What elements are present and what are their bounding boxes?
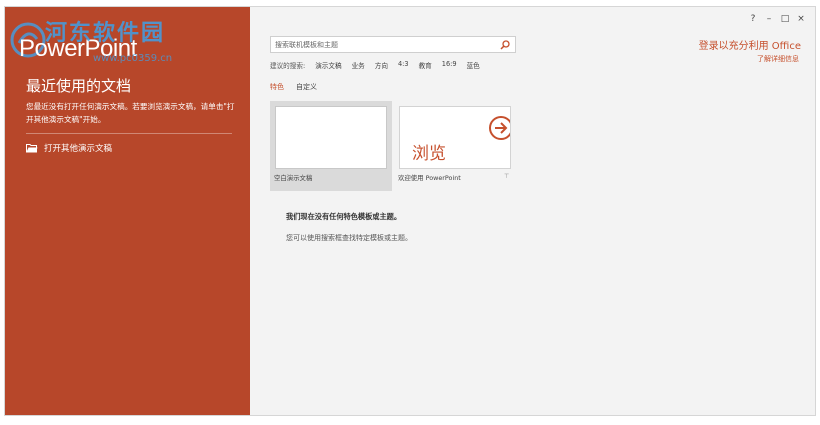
template-thumbnail [275, 106, 387, 169]
template-search-box [270, 36, 516, 53]
suggested-search-item[interactable]: 16:9 [442, 60, 457, 70]
search-button[interactable] [499, 39, 511, 51]
watermark-text: 河东软件园 [45, 20, 166, 46]
no-featured-templates-message: 我们现在没有任何特色模板或主题。 [286, 212, 402, 221]
welcome-tour-template[interactable]: 浏览 欢迎使用 PowerPoint ⊤ [398, 101, 520, 191]
close-button[interactable]: × [793, 11, 809, 27]
tab-featured[interactable]: 特色 [270, 82, 284, 92]
signin-link[interactable]: 登录以充分利用 Office [699, 37, 801, 52]
search-hint-message: 您可以使用搜索框查找特定模板或主题。 [286, 234, 412, 242]
suggested-search-item[interactable]: 方向 [375, 60, 388, 70]
minimize-button[interactable]: – [761, 11, 777, 27]
learn-more-link[interactable]: 了解详细信息 [757, 54, 799, 64]
suggested-search-item[interactable]: 4:3 [398, 60, 409, 70]
template-caption: 空白演示文稿 [274, 174, 313, 182]
open-other-label: 打开其他演示文稿 [44, 144, 113, 154]
thumbnail-word: 浏览 [412, 144, 446, 164]
template-thumbnail: 浏览 [399, 106, 511, 169]
left-pane: PowerPoint 河东软件园 www.pc0359.cn 最近使用的文档 您… [5, 7, 250, 415]
search-input[interactable] [275, 37, 499, 52]
watermark-url: www.pc0359.cn [93, 53, 173, 64]
folder-open-icon [26, 144, 38, 153]
left-divider [26, 133, 232, 134]
search-icon [500, 39, 510, 50]
restore-button[interactable]: □ [777, 11, 793, 27]
suggested-search-item[interactable]: 演示文稿 [315, 60, 341, 70]
arrow-right-circle-icon [489, 116, 510, 140]
pin-icon[interactable]: ⊤ [504, 173, 509, 180]
template-tabs: 特色 自定义 [270, 82, 317, 92]
suggested-searches: 建议的搜索: 演示文稿 业务 方向 4:3 教育 16:9 蓝色 [270, 60, 480, 70]
suggested-searches-label: 建议的搜索: [270, 62, 306, 70]
suggested-search-item[interactable]: 教育 [419, 60, 432, 70]
tab-custom[interactable]: 自定义 [296, 82, 317, 92]
blank-presentation-template[interactable]: 空白演示文稿 [270, 101, 392, 191]
suggested-search-item[interactable]: 业务 [352, 60, 365, 70]
template-caption: 欢迎使用 PowerPoint [398, 174, 461, 182]
window-controls: ? – □ × [745, 11, 809, 27]
open-other-presentations-link[interactable]: 打开其他演示文稿 [26, 142, 112, 154]
suggested-search-item[interactable]: 蓝色 [467, 60, 480, 70]
help-button[interactable]: ? [745, 11, 761, 27]
powerpoint-start-window: PowerPoint 河东软件园 www.pc0359.cn 最近使用的文档 您… [4, 6, 816, 416]
recent-documents-heading: 最近使用的文档 [26, 77, 132, 95]
recent-documents-description: 您最近没有打开任何演示文稿。若要浏览演示文稿，请单击"打开其他演示文稿"开始。 [26, 102, 235, 124]
